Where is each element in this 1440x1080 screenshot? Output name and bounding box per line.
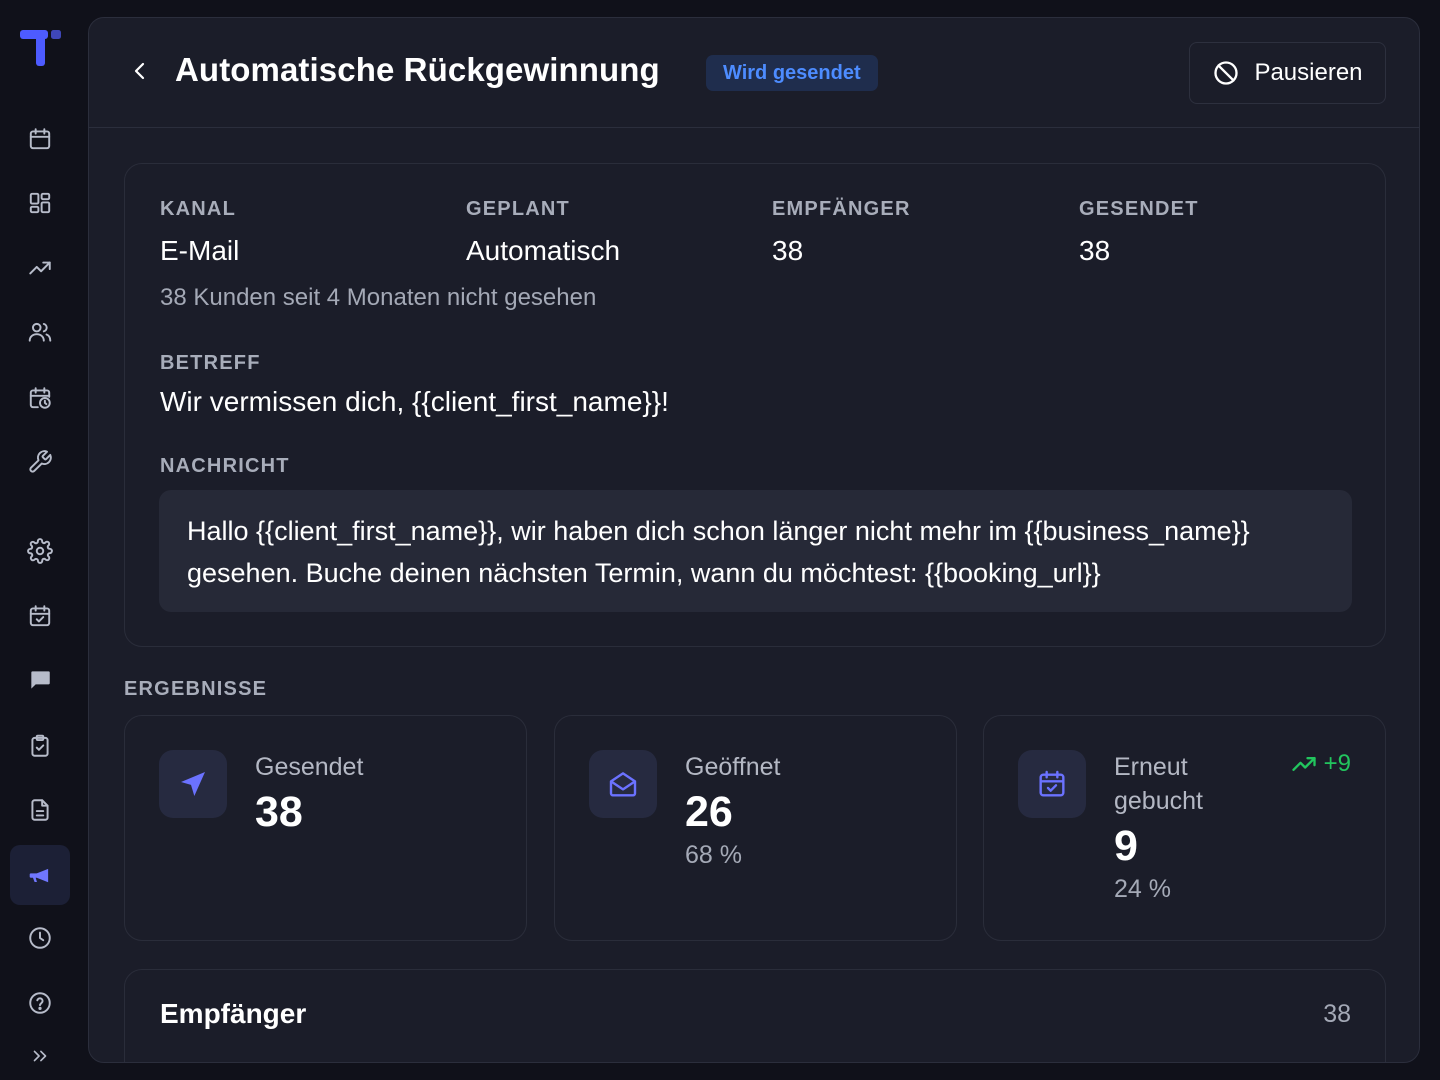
page-title: Automatische Rückgewinnung: [175, 51, 660, 88]
stat-label: Erneut gebucht: [1114, 753, 1203, 815]
recipients-label: EMPFÄNGER: [772, 198, 911, 220]
nav-messages[interactable]: [10, 650, 70, 710]
clipboard-check-icon: [31, 734, 49, 757]
ban-icon: [1214, 61, 1239, 85]
clock-icon: [29, 927, 51, 949]
trending-up-icon: [1291, 757, 1316, 771]
stat-percentage: 24 %: [1114, 875, 1171, 903]
recipients-value: 38: [772, 235, 804, 266]
calendar-check-icon: [29, 605, 51, 627]
chat-icon: [31, 671, 50, 689]
dashboard-icon: [29, 192, 51, 214]
calendar-check-icon: [1039, 770, 1065, 797]
pause-button[interactable]: Pausieren: [1189, 42, 1386, 104]
calendar-clock-icon: [29, 387, 51, 409]
chevron-left-icon: [134, 62, 145, 80]
trend-value: +9: [1323, 750, 1351, 777]
message-label: NACHRICHT: [160, 455, 290, 477]
send-icon: [181, 772, 205, 796]
expand-icon: [33, 1050, 47, 1062]
sent-label: GESENDET: [1079, 198, 1199, 220]
expand-sidebar-button[interactable]: [10, 1036, 70, 1076]
stat-card-rebooked: Erneut gebucht 9 24 % +9: [983, 715, 1386, 941]
audience-note: 38 Kunden seit 4 Monaten nicht gesehen: [160, 284, 597, 311]
app-logo[interactable]: [19, 28, 63, 68]
settings-icon: [27, 538, 53, 564]
nav-calendar[interactable]: [10, 109, 70, 169]
nav-history[interactable]: [10, 908, 70, 968]
stat-percentage: 68 %: [685, 841, 742, 869]
nav-bookings[interactable]: [10, 586, 70, 646]
mail-open-icon: [609, 772, 637, 797]
channel-value: E-Mail: [160, 235, 240, 266]
stat-value: 38: [255, 788, 303, 836]
users-icon: [28, 322, 52, 342]
stat-card-sent: Gesendet 38: [124, 715, 527, 941]
nav-settings[interactable]: [10, 521, 70, 581]
nav-tools[interactable]: [10, 432, 70, 492]
document-icon: [31, 799, 49, 821]
nav-dashboard[interactable]: [10, 173, 70, 233]
back-button[interactable]: [125, 56, 155, 86]
subject-label: BETREFF: [160, 352, 261, 374]
stat-icon-sent: [159, 750, 227, 818]
channel-label: KANAL: [160, 198, 236, 220]
trending-up-icon: [29, 261, 51, 275]
subject-value: Wir vermissen dich, {{client_first_name}…: [160, 386, 669, 417]
scheduled-field: GEPLANT Automatisch: [466, 198, 620, 267]
sent-value: 38: [1079, 235, 1111, 266]
sent-field: GESENDET 38: [1079, 198, 1199, 267]
stat-text-rebooked: Erneut gebucht 9 24 %: [1114, 750, 1244, 904]
stat-card-opened: Geöffnet 26 68 %: [554, 715, 957, 941]
stat-value: 9: [1114, 822, 1138, 870]
nav-appointments[interactable]: [10, 368, 70, 428]
recipients-count: 38: [1323, 1000, 1351, 1028]
wrench-icon: [29, 450, 52, 473]
nav-help[interactable]: [10, 973, 70, 1033]
sidebar: [0, 0, 80, 1080]
results-label: ERGEBNISSE: [124, 678, 268, 700]
status-badge: Wird gesendet: [706, 55, 878, 91]
scheduled-label: GEPLANT: [466, 198, 570, 220]
scheduled-value: Automatisch: [466, 235, 621, 266]
nav-marketing[interactable]: [10, 845, 70, 905]
trend-indicator: +9: [1290, 750, 1351, 778]
nav-tasks[interactable]: [10, 716, 70, 776]
pause-button-label: Pausieren: [1254, 59, 1363, 86]
stat-icon-opened: [589, 750, 657, 818]
recipients-card[interactable]: Empfänger 38: [124, 969, 1386, 1062]
message-preview: Hallo {{client_first_name}}, wir haben d…: [159, 490, 1352, 612]
nav-reports[interactable]: [10, 238, 70, 298]
stat-icon-rebooked: [1018, 750, 1086, 818]
stat-text-sent: Gesendet 38: [255, 750, 363, 837]
channel-field: KANAL E-Mail: [160, 198, 239, 267]
nav-documents[interactable]: [10, 780, 70, 840]
recipients-title: Empfänger: [160, 998, 307, 1029]
calendar-icon: [29, 128, 51, 150]
help-icon: [29, 992, 51, 1014]
stat-text-opened: Geöffnet 26 68 %: [685, 750, 780, 870]
recipients-field: EMPFÄNGER 38: [772, 198, 911, 267]
megaphone-icon: [29, 868, 49, 883]
campaign-panel: Automatische Rückgewinnung Wird gesendet…: [88, 17, 1420, 1063]
stat-value: 26: [685, 788, 733, 836]
nav-clients[interactable]: [10, 302, 70, 362]
campaign-details-card: KANAL E-Mail GEPLANT Automatisch EMPFÄNG…: [124, 163, 1386, 647]
stat-label: Geöffnet: [685, 753, 781, 781]
page-header: Automatische Rückgewinnung Wird gesendet…: [89, 18, 1419, 128]
stat-label: Gesendet: [255, 753, 364, 781]
